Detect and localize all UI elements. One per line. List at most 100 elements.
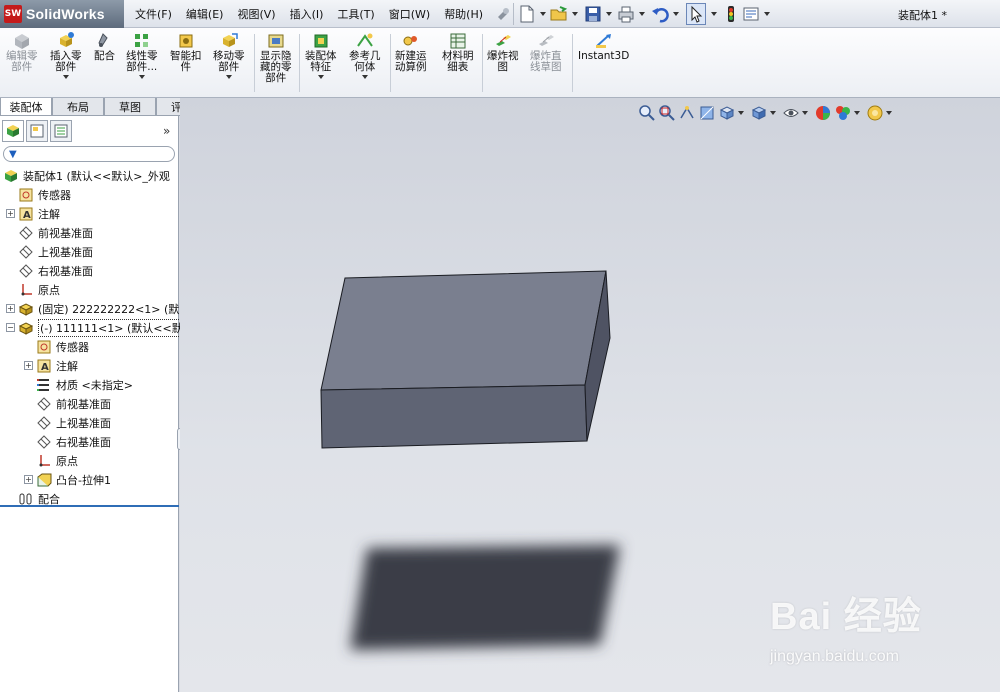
select-tool[interactable] (686, 3, 706, 25)
insert-component-button[interactable]: 插入零 部件 (50, 32, 82, 79)
bill-of-materials-button[interactable]: 材料明 细表 (442, 32, 474, 73)
tree-item[interactable]: 上视基准面 (6, 242, 93, 261)
tree-item[interactable]: + A 注解 (24, 356, 78, 375)
reference-geometry-dropdown-icon[interactable] (361, 75, 368, 79)
explode-line-sketch-button[interactable]: 爆炸直 线草图 (530, 32, 562, 73)
tree-item[interactable]: + A 注解 (6, 204, 60, 223)
part-top-face[interactable] (320, 270, 607, 391)
menu-file[interactable]: 文件(F) (128, 6, 179, 22)
options-dropdown-icon[interactable] (764, 12, 770, 16)
tree-connector (6, 266, 15, 275)
pin-icon[interactable] (494, 5, 512, 23)
tab-assembly[interactable]: 装配体 (0, 98, 52, 116)
menu-help[interactable]: 帮助(H) (437, 6, 490, 22)
insert-component-dropdown-icon[interactable] (62, 75, 69, 79)
move-component-button[interactable]: 移动零 部件 (213, 32, 245, 79)
show-hidden-icon (268, 34, 284, 48)
tree-item[interactable]: 材质 <未指定> (24, 375, 133, 394)
tree-item[interactable]: + (固定) 222222222<1> (默 (6, 299, 179, 318)
tree-filter[interactable]: ▼ (3, 146, 175, 162)
linear-pattern-dropdown-icon[interactable] (138, 75, 145, 79)
tree-connector (6, 247, 15, 256)
new-motion-study-icon (403, 36, 417, 46)
exploded-view-button[interactable]: 爆炸视 图 (487, 32, 519, 73)
origin-icon (18, 282, 34, 298)
smart-fasteners-button[interactable]: 智能扣 件 (170, 32, 202, 73)
tree-item-label: 凸台-拉伸1 (56, 473, 111, 487)
bill-of-materials-icon (450, 33, 466, 49)
select-dropdown-icon[interactable] (711, 12, 717, 16)
tree-item[interactable]: 右视基准面 (24, 432, 111, 451)
mate-button[interactable]: 配合 (94, 32, 115, 62)
ribbon-separator (254, 34, 255, 92)
print-dropdown-icon[interactable] (639, 12, 645, 16)
new-motion-study-button[interactable]: 新建运 动算例 (395, 32, 427, 73)
tree-item-label: 注解 (56, 359, 78, 373)
expand-icon[interactable]: + (6, 304, 15, 313)
app-logo[interactable]: SW SolidWorks (0, 0, 124, 28)
tree-item[interactable]: 右视基准面 (6, 261, 93, 280)
assembly-features-dropdown-icon[interactable] (317, 75, 324, 79)
undo-icon[interactable] (651, 5, 669, 23)
menu-window[interactable]: 窗口(W) (382, 6, 437, 22)
extrude-icon (36, 472, 52, 488)
menu-view[interactable]: 视图(V) (230, 6, 282, 22)
plane-icon (36, 415, 52, 431)
tree-item-label: 材质 <未指定> (56, 378, 133, 392)
svg-text:A: A (23, 210, 31, 221)
reference-geometry-button[interactable]: 参考几 何体 (349, 32, 381, 79)
mate-icon (97, 33, 108, 47)
save-dropdown-icon[interactable] (606, 12, 612, 16)
print-icon[interactable] (617, 5, 635, 23)
tree-item[interactable]: − (-) 111111<1> (默认<<默 (6, 318, 185, 337)
open-dropdown-icon[interactable] (572, 12, 578, 16)
show-hidden-components-button[interactable]: 显示隐 藏的零 部件 (260, 32, 292, 84)
annotation-icon: A (18, 206, 34, 222)
new-document-icon[interactable] (518, 5, 536, 23)
tree-item[interactable]: 原点 (6, 280, 60, 299)
new-dropdown-icon[interactable] (540, 12, 546, 16)
tree-item[interactable]: + 凸台-拉伸1 (24, 470, 111, 489)
tree-item[interactable]: 传感器 (24, 337, 89, 356)
assembly-features-button[interactable]: 装配体 特征 (305, 32, 337, 79)
property-manager-tab[interactable] (26, 120, 48, 142)
save-icon[interactable] (584, 5, 602, 23)
expand-icon[interactable]: + (6, 209, 15, 218)
menu-edit[interactable]: 编辑(E) (179, 6, 231, 22)
undo-dropdown-icon[interactable] (673, 12, 679, 16)
ribbon-separator (572, 34, 573, 92)
move-component-icon (222, 33, 238, 47)
instant3d-button[interactable]: Instant3D (578, 32, 629, 62)
plane-icon (18, 263, 34, 279)
open-folder-icon[interactable] (550, 5, 568, 23)
tree-item[interactable]: 原点 (24, 451, 78, 470)
rebuild-icon[interactable] (722, 5, 740, 23)
tree-item[interactable]: 上视基准面 (24, 413, 111, 432)
feature-tree-tab[interactable] (2, 120, 24, 142)
document-title: 装配体1 * (898, 9, 947, 22)
tab-layout[interactable]: 布局 (52, 98, 104, 116)
edit-component-button[interactable]: 编辑零 部件 (6, 32, 38, 73)
tree-item[interactable]: 前视基准面 (6, 223, 93, 242)
annotation-icon: A (36, 358, 52, 374)
part-front-face[interactable] (320, 384, 588, 449)
expand-icon[interactable]: + (24, 475, 33, 484)
tree-item-label: 原点 (38, 283, 60, 297)
tree-item[interactable]: 传感器 (6, 185, 71, 204)
expand-icon[interactable]: + (24, 361, 33, 370)
more-tabs-icon[interactable]: » (163, 124, 170, 138)
solidworks-logo-icon: SW (4, 5, 22, 23)
tree-item[interactable]: 前视基准面 (24, 394, 111, 413)
collapse-icon[interactable]: − (6, 323, 15, 332)
linear-pattern-button[interactable]: 线性零 部件... (126, 32, 158, 79)
options-icon[interactable] (742, 5, 760, 23)
menu-tools[interactable]: 工具(T) (330, 6, 381, 22)
tree-item[interactable]: 装配体1 (默认<<默认>_外观 (3, 166, 170, 185)
plane-icon (18, 244, 34, 260)
configuration-manager-tab[interactable] (50, 120, 72, 142)
tree-item-label: 上视基准面 (38, 245, 93, 259)
move-component-dropdown-icon[interactable] (225, 75, 232, 79)
menu-insert[interactable]: 插入(I) (283, 6, 331, 22)
tab-sketch[interactable]: 草图 (104, 98, 156, 116)
rollback-bar[interactable] (0, 505, 179, 507)
